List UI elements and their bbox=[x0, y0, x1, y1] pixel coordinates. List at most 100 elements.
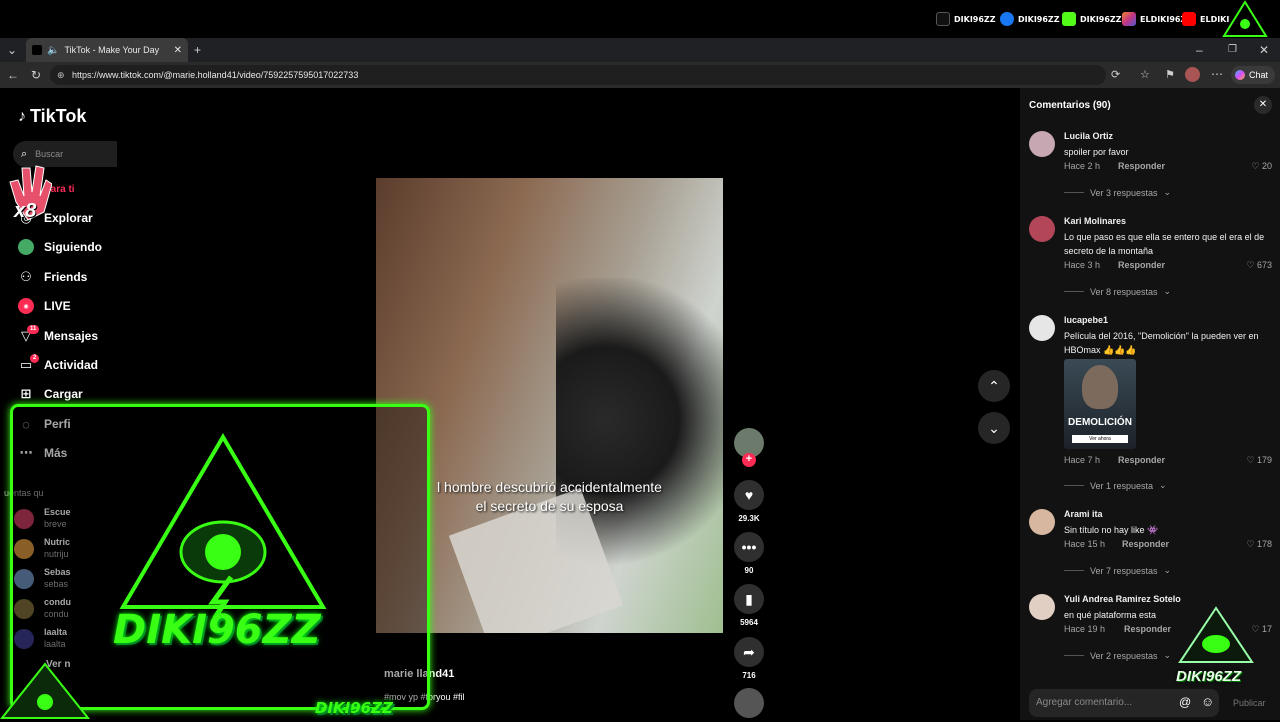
tab-title: TikTok - Make Your Day bbox=[64, 45, 160, 55]
view-replies-button[interactable]: Ver 7 respuestas ⌄ bbox=[1064, 565, 1171, 576]
reply-button[interactable]: Responder bbox=[1124, 624, 1171, 634]
close-icon: ✕ bbox=[1258, 99, 1268, 110]
extensions-icon[interactable]: ⟳ bbox=[1111, 68, 1120, 82]
live-icon: ◉ bbox=[18, 298, 34, 314]
speaker-icon: 🔈 bbox=[47, 44, 60, 56]
comment-like-button[interactable]: ♡ 673 bbox=[1246, 260, 1272, 271]
tab-list-chevron-icon[interactable]: ⌄ bbox=[7, 43, 17, 57]
friends-icon: ⚇ bbox=[20, 269, 32, 284]
view-replies-button[interactable]: Ver 8 respuestas ⌄ bbox=[1064, 286, 1171, 297]
new-tab-icon[interactable]: + bbox=[194, 43, 201, 57]
overlay-corner-logo bbox=[0, 662, 90, 719]
back-icon[interactable]: ← bbox=[7, 68, 19, 82]
music-disc[interactable] bbox=[733, 688, 765, 722]
favorites-icon[interactable]: ☆ bbox=[1140, 68, 1150, 82]
browser-address-bar: ← ↻ ⊕ https://www.tiktok.com/@marie.holl… bbox=[0, 62, 1280, 88]
previous-video-button[interactable]: ⌃ bbox=[978, 370, 1010, 402]
view-replies-button[interactable]: Ver 1 respuesta ⌄ bbox=[1064, 480, 1167, 491]
tiktok-logo[interactable]: ♪ TikTok bbox=[18, 106, 86, 127]
search-icon: ⌕ bbox=[21, 147, 28, 160]
comment-like-button[interactable]: ♡ 178 bbox=[1246, 539, 1272, 550]
reply-button[interactable]: Responder bbox=[1122, 539, 1169, 549]
streamer-logo-corner bbox=[1222, 0, 1268, 37]
streamer-socials-bar: DIKI96ZZ DIKI96ZZ DIKI96ZZ ELDIKI96ZZ EL… bbox=[0, 0, 1280, 38]
overlay-x8-sticker: x8 bbox=[14, 200, 37, 222]
social-tiktok: DIKI96ZZ bbox=[936, 11, 996, 27]
avatar[interactable] bbox=[1029, 594, 1055, 620]
nav-mensajes[interactable]: ▽ Mensajes 11 bbox=[18, 325, 98, 344]
chevron-down-icon: ⌄ bbox=[1163, 565, 1172, 575]
watermark-logo: DIKI96ZZ bbox=[1176, 604, 1256, 690]
bookmark-icon: ▮ bbox=[734, 584, 764, 614]
overlay-logo-text: DIKI96ZZ bbox=[113, 607, 321, 653]
tiktok-note-icon: ♪ bbox=[18, 107, 26, 125]
close-window-icon[interactable]: ✕ bbox=[1259, 43, 1269, 57]
comment-like-button[interactable]: ♡ 179 bbox=[1246, 455, 1272, 466]
chevron-up-icon: ⌃ bbox=[988, 377, 1000, 394]
share-icon: ➦ bbox=[734, 637, 764, 667]
avatar[interactable] bbox=[1029, 131, 1055, 157]
follow-plus-icon[interactable]: + bbox=[742, 453, 756, 467]
close-tab-icon[interactable]: ✕ bbox=[174, 45, 182, 56]
nav-live[interactable]: ◉ LIVE bbox=[18, 298, 71, 314]
nav-siguiendo[interactable]: Siguiendo bbox=[18, 239, 102, 255]
reply-button[interactable]: Responder bbox=[1118, 455, 1165, 465]
next-video-button[interactable]: ⌄ bbox=[978, 412, 1010, 444]
post-comment-button[interactable]: Publicar bbox=[1233, 698, 1266, 708]
nav-cargar[interactable]: ⊞ Cargar bbox=[18, 386, 83, 402]
share-button[interactable]: ➦ 716 bbox=[733, 637, 765, 680]
minimize-icon[interactable]: – bbox=[1196, 43, 1203, 57]
movie-poster-image[interactable]: DEMOLICIÓN Ver ahora bbox=[1064, 359, 1136, 449]
music-disc-icon bbox=[734, 688, 764, 718]
heart-outline-icon: ♡ bbox=[1246, 260, 1255, 270]
heart-outline-icon: ♡ bbox=[1246, 455, 1255, 465]
nav-actividad[interactable]: ▭ Actividad 2 bbox=[18, 354, 98, 373]
chevron-down-icon: ⌄ bbox=[1163, 650, 1172, 660]
author-avatar-action[interactable]: + bbox=[733, 428, 765, 467]
close-comments-button[interactable]: ✕ bbox=[1254, 96, 1272, 114]
avatar[interactable] bbox=[1029, 216, 1055, 242]
streamer-eye-logo bbox=[119, 433, 327, 617]
tiktok-icon bbox=[936, 12, 950, 26]
kick-icon bbox=[1062, 12, 1076, 26]
reload-icon[interactable]: ↻ bbox=[31, 68, 41, 82]
copilot-icon bbox=[1235, 70, 1245, 80]
emoji-icon[interactable]: ☺ bbox=[1201, 694, 1214, 709]
youtube-icon bbox=[1182, 12, 1196, 26]
comment-icon: ••• bbox=[734, 532, 764, 562]
collections-icon[interactable]: ⚑ bbox=[1165, 68, 1175, 82]
tiktok-favicon-icon bbox=[32, 45, 42, 55]
like-button[interactable]: ♥ 29.3K bbox=[733, 480, 765, 523]
save-button[interactable]: ▮ 5964 bbox=[733, 584, 765, 627]
overlay-caption: DIKI96ZZ bbox=[315, 699, 393, 717]
comment-button[interactable]: ••• 90 bbox=[733, 532, 765, 575]
avatar[interactable] bbox=[1029, 315, 1055, 341]
copilot-chat-button[interactable]: Chat bbox=[1231, 66, 1275, 84]
view-replies-button[interactable]: Ver 3 respuestas ⌄ bbox=[1064, 187, 1171, 198]
comments-title: Comentarios (90) bbox=[1029, 100, 1111, 111]
reply-button[interactable]: Responder bbox=[1118, 161, 1165, 171]
profile-avatar[interactable] bbox=[1185, 67, 1200, 82]
messages-badge: 11 bbox=[27, 325, 40, 334]
url-field[interactable]: ⊕ https://www.tiktok.com/@marie.holland4… bbox=[50, 65, 1106, 85]
maximize-icon[interactable]: ❐ bbox=[1228, 43, 1237, 57]
site-info-icon[interactable]: ⊕ bbox=[57, 65, 65, 85]
reply-button[interactable]: Responder bbox=[1118, 260, 1165, 270]
heart-outline-icon: ♡ bbox=[1251, 161, 1260, 171]
view-replies-button[interactable]: Ver 2 respuestas ⌄ bbox=[1064, 650, 1171, 661]
nav-friends[interactable]: ⚇ Friends bbox=[18, 269, 87, 285]
heart-icon: ♥ bbox=[734, 480, 764, 510]
facebook-icon bbox=[1000, 12, 1014, 26]
browser-tab-tiktok[interactable]: 🔈 TikTok - Make Your Day ✕ bbox=[26, 38, 188, 62]
chevron-down-icon: ⌄ bbox=[1163, 187, 1172, 197]
comment-like-button[interactable]: ♡ 20 bbox=[1251, 161, 1272, 172]
mention-icon[interactable]: @ bbox=[1179, 695, 1191, 709]
chevron-down-icon: ⌄ bbox=[1163, 286, 1172, 296]
browser-tab-bar: ⌄ 🔈 TikTok - Make Your Day ✕ + – ❐ ✕ bbox=[0, 38, 1280, 62]
watermark-eye-icon bbox=[1178, 606, 1254, 663]
upload-icon: ⊞ bbox=[20, 386, 32, 401]
menu-dots-icon[interactable]: ⋯ bbox=[1211, 67, 1223, 81]
heart-outline-icon: ♡ bbox=[1246, 539, 1255, 549]
chevron-down-icon: ⌄ bbox=[988, 419, 1000, 436]
avatar[interactable] bbox=[1029, 509, 1055, 535]
